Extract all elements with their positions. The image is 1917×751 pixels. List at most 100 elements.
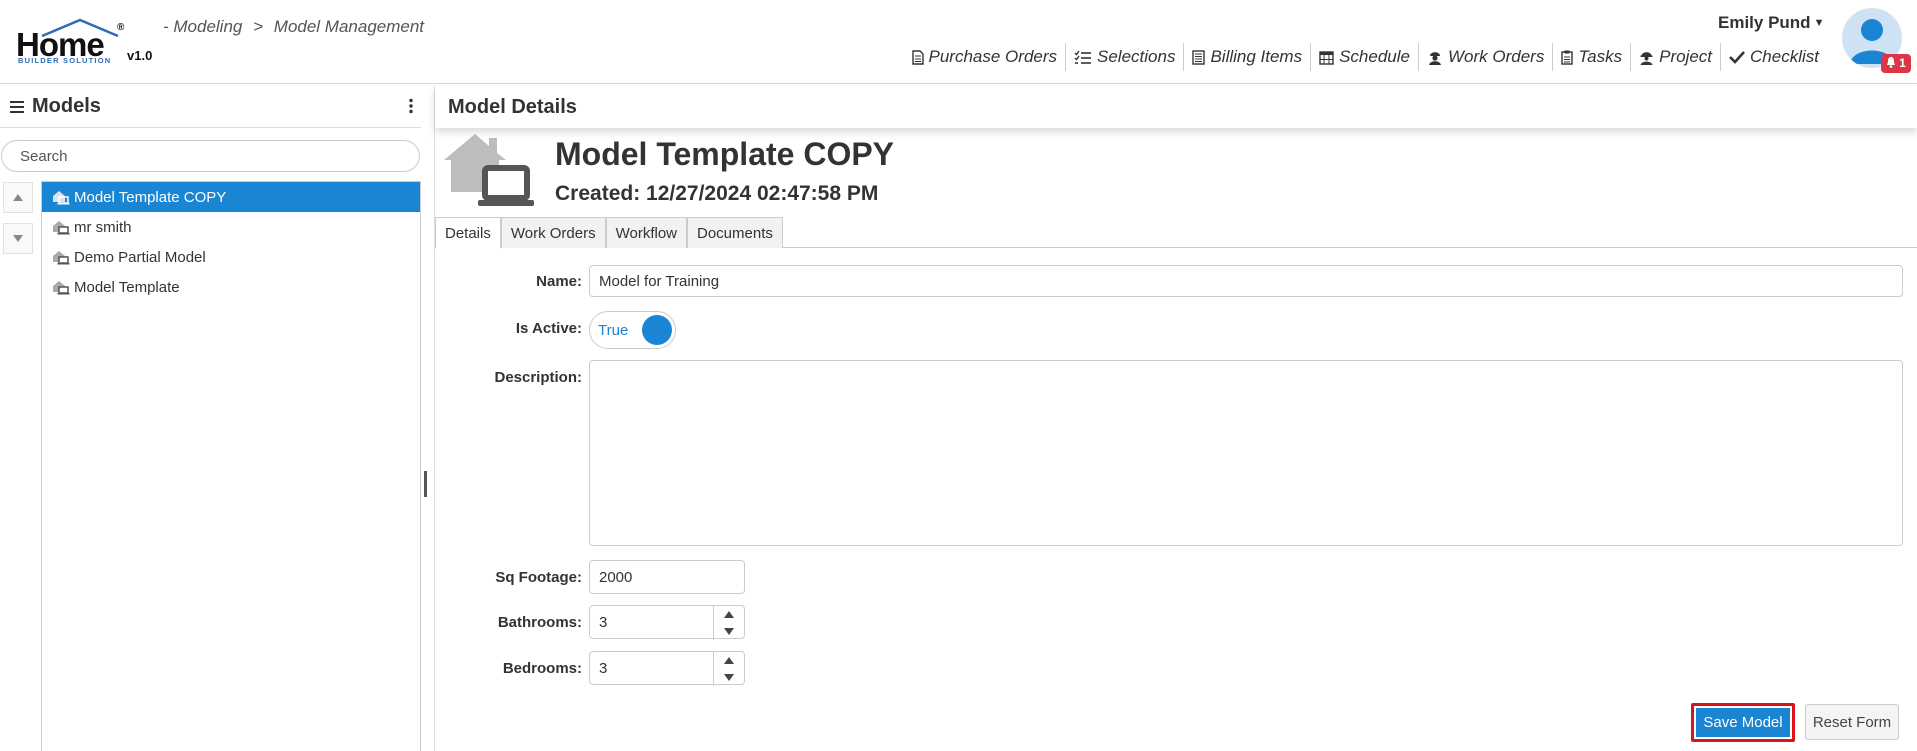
house-laptop-icon [53,221,70,235]
list-item[interactable]: Demo Partial Model [42,242,420,272]
nav-billing-items[interactable]: Billing Items [1183,43,1310,71]
nav-label: Checklist [1750,47,1819,66]
caret-down-icon: ▼ [1813,17,1825,29]
nav-purchase-orders[interactable]: Purchase Orders [904,43,1066,71]
model-name-heading: Model Template COPY [555,136,895,172]
triangle-down-icon [13,235,23,242]
breadcrumb-page: Model Management [273,17,425,36]
logo-registered-mark: ® [117,22,125,33]
decrement-button[interactable] [714,669,744,686]
model-details-header: Model Details [435,86,1917,128]
breadcrumb: - Modeling > Model Management [163,17,430,37]
nav-label: Work Orders [1447,47,1545,66]
nav-label: Schedule [1339,47,1410,66]
main-nav: Purchase Orders Selections Billing Items… [904,43,1827,71]
builder-icon [1640,51,1653,65]
bathrooms-spinner [713,606,744,640]
breadcrumb-section[interactable]: - Modeling [163,17,242,36]
nav-project[interactable]: Project [1630,43,1720,71]
tab-work-orders[interactable]: Work Orders [500,217,606,248]
logo-subtitle: BUILDER SOLUTION [18,56,112,65]
notification-count: 1 [1899,56,1906,70]
nav-work-orders[interactable]: Work Orders [1417,43,1552,71]
triangle-down-icon [724,674,734,681]
nav-checklist[interactable]: Checklist [1720,43,1827,71]
increment-button[interactable] [714,606,744,623]
name-label: Name: [536,273,582,290]
ledger-icon [1192,49,1206,65]
notification-badge[interactable]: 1 [1881,54,1911,73]
toggle-state-label: True [598,322,629,339]
reset-form-button[interactable]: Reset Form [1805,704,1899,740]
nav-label: Selections [1097,47,1176,66]
nav-tasks[interactable]: Tasks [1552,43,1630,71]
models-list: Model Template COPY mr smith Demo Partia… [41,181,421,751]
model-details-title: Model Details [448,95,577,118]
description-field[interactable] [589,360,1903,546]
triangle-down-icon [724,628,734,635]
save-model-button[interactable]: Save Model [1691,703,1795,742]
decrement-button[interactable] [714,623,744,640]
triangle-up-icon [724,611,734,618]
models-panel-header: Models [0,86,421,128]
document-icon [911,49,924,65]
clipboard-icon [1561,50,1574,65]
nav-label: Project [1659,47,1713,66]
house-laptop-icon [53,281,70,295]
bathrooms-label: Bathrooms: [497,614,582,631]
user-menu[interactable]: Emily Pund ▼ [1718,13,1824,33]
calendar-icon [1319,50,1334,65]
house-laptop-icon [53,191,70,205]
sq-footage-field[interactable] [589,560,745,594]
triangle-up-icon [724,657,734,664]
list-item[interactable]: mr smith [42,212,420,242]
nav-label: Billing Items [1210,47,1303,66]
panel-resize-handle[interactable] [424,471,427,497]
kebab-menu-icon[interactable] [409,98,413,114]
model-details-panel: Model Details Model Template COPY Create… [434,86,1917,751]
move-down-button[interactable] [3,223,33,254]
triangle-up-icon [13,194,23,201]
tab-documents[interactable]: Documents [687,217,783,248]
app-logo[interactable]: Home ® BUILDER SOLUTION v1.0 [14,16,164,70]
sq-footage-label: Sq Footage: [495,569,582,586]
nav-schedule[interactable]: Schedule [1310,43,1418,71]
tab-details[interactable]: Details [435,217,501,249]
description-label: Description: [494,369,582,386]
move-up-button[interactable] [3,182,33,213]
model-created-date: Created: 12/27/2024 02:47:58 PM [555,182,879,205]
models-panel: Models Model Template COPY mr smith Demo… [0,86,421,751]
increment-button[interactable] [714,652,744,669]
bell-icon [1887,57,1896,68]
models-panel-title: Models [32,95,101,117]
checklist-icon [1074,50,1092,64]
house-laptop-icon [444,134,534,206]
nav-selections[interactable]: Selections [1065,43,1183,71]
nav-label: Tasks [1578,47,1623,66]
toggle-knob [642,315,672,345]
tab-workflow[interactable]: Workflow [605,217,687,248]
app-version: v1.0 [127,48,153,63]
user-name: Emily Pund [1718,13,1811,32]
details-tabs: Details Work Orders Workflow Documents [435,217,1917,249]
list-item-label: mr smith [74,218,132,236]
breadcrumb-separator: > [253,17,264,36]
bedrooms-spinner [713,652,744,686]
reorder-controls [3,182,33,264]
check-icon [1729,51,1745,64]
list-item-label: Model Template COPY [74,188,227,206]
list-item[interactable]: Model Template COPY [42,182,420,212]
name-field[interactable] [589,265,1903,297]
list-item-label: Demo Partial Model [74,248,206,266]
worker-icon [1428,51,1441,65]
is-active-label: Is Active: [515,320,582,337]
nav-label: Purchase Orders [928,47,1058,66]
hamburger-menu-icon[interactable] [10,100,24,113]
list-item-label: Model Template [74,278,180,296]
top-header: Home ® BUILDER SOLUTION v1.0 - Modeling … [0,0,1917,84]
house-laptop-icon [53,251,70,265]
bedrooms-label: Bedrooms: [502,660,582,677]
list-item[interactable]: Model Template [42,272,420,302]
search-input[interactable] [1,140,420,172]
is-active-toggle[interactable]: True [589,311,676,349]
